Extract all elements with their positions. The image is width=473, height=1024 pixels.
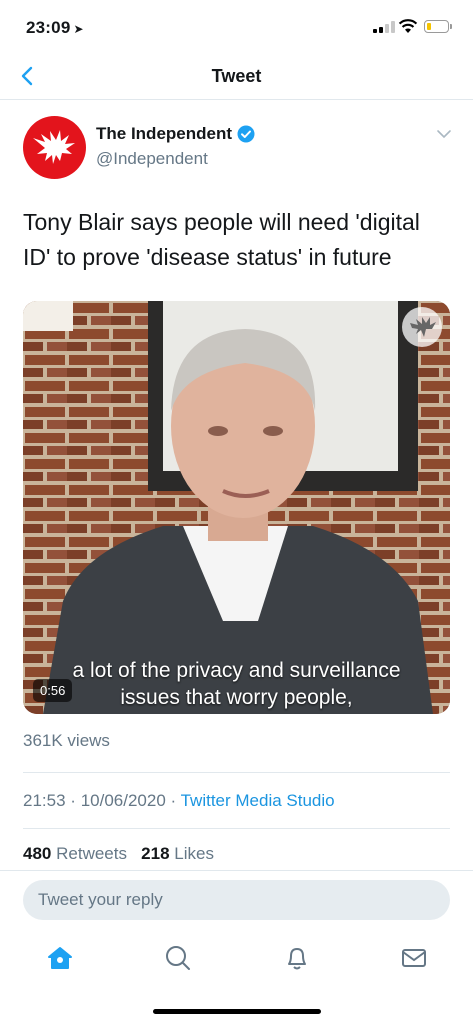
author-name-text: The Independent: [96, 124, 232, 143]
video-player[interactable]: a lot of the privacy and surveillance is…: [23, 301, 450, 714]
retweets-stat[interactable]: 480 Retweets: [23, 844, 127, 863]
messages-icon[interactable]: [399, 943, 429, 973]
notifications-icon[interactable]: [282, 943, 312, 973]
author-handle[interactable]: @Independent: [96, 149, 208, 169]
engagement-stats: 480 Retweets 218 Likes: [23, 844, 214, 864]
page-title: Tweet: [211, 66, 262, 86]
video-frame: [23, 301, 450, 714]
retweets-label: Retweets: [56, 844, 127, 863]
likes-stat[interactable]: 218 Likes: [141, 844, 214, 863]
eagle-logo-icon: [33, 130, 75, 164]
likes-label: Likes: [174, 844, 214, 863]
home-icon[interactable]: [45, 943, 75, 973]
tweet-meta: 21:53 · 10/06/2020 · Twitter Media Studi…: [23, 791, 335, 811]
meta-separator: ·: [70, 791, 76, 810]
video-subtitle-line-2: issues that worry people,: [120, 686, 353, 709]
video-duration-badge: 0:56: [33, 679, 73, 702]
verified-badge-icon: [237, 125, 255, 143]
status-time: 23:09 ➤: [26, 18, 84, 38]
meta-separator: ·: [170, 791, 177, 810]
tab-bar: [0, 935, 473, 985]
home-indicator[interactable]: [153, 1009, 321, 1014]
chevron-down-icon[interactable]: [436, 128, 452, 140]
battery-icon: [424, 20, 452, 33]
retweets-count: 480: [23, 844, 52, 863]
divider: [23, 828, 450, 829]
author-name[interactable]: The Independent: [96, 124, 255, 144]
video-subtitle-line-1: a lot of the privacy and surveillance: [72, 659, 401, 682]
tweet-text: Tony Blair says people will need 'digita…: [23, 209, 420, 270]
tweet-source-link[interactable]: Twitter Media Studio: [181, 791, 335, 810]
tweet-time: 21:53: [23, 791, 66, 810]
eagle-watermark-icon: [402, 307, 442, 347]
nav-header: Tweet: [0, 52, 473, 100]
divider: [23, 772, 450, 773]
clock-text: 23:09: [26, 18, 71, 37]
cellular-signal-icon: [373, 21, 395, 33]
view-count: 361K views: [23, 731, 110, 750]
wifi-icon: [398, 19, 418, 33]
avatar[interactable]: [23, 116, 86, 179]
search-icon[interactable]: [163, 943, 193, 973]
status-bar: 23:09 ➤: [0, 0, 473, 52]
reply-input[interactable]: [23, 880, 450, 920]
location-arrow-icon: ➤: [73, 22, 84, 36]
tweet-date: 10/06/2020: [80, 791, 166, 810]
likes-count: 218: [141, 844, 170, 863]
